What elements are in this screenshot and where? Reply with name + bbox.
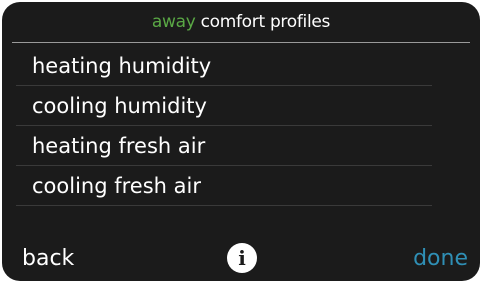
menu-item-heating-fresh-air[interactable]: heating fresh air [2,127,480,167]
done-button[interactable]: done [413,246,468,271]
back-button[interactable]: back [22,246,74,271]
menu-item-cooling-humidity[interactable]: cooling humidity [2,87,480,127]
screen-header: away comfort profiles [2,2,480,42]
page-title: comfort profiles [200,12,331,32]
menu-item-heating-humidity[interactable]: heating humidity [2,47,480,87]
thermostat-screen: away comfort profiles heating humidity c… [2,2,480,281]
info-icon[interactable]: i [227,243,257,273]
menu-item-cooling-fresh-air[interactable]: cooling fresh air [2,167,480,207]
mode-label: away [151,12,196,32]
profile-menu: heating humidity cooling humidity heatin… [2,47,480,207]
header-divider [12,42,470,43]
footer-bar: back i done [2,238,480,281]
